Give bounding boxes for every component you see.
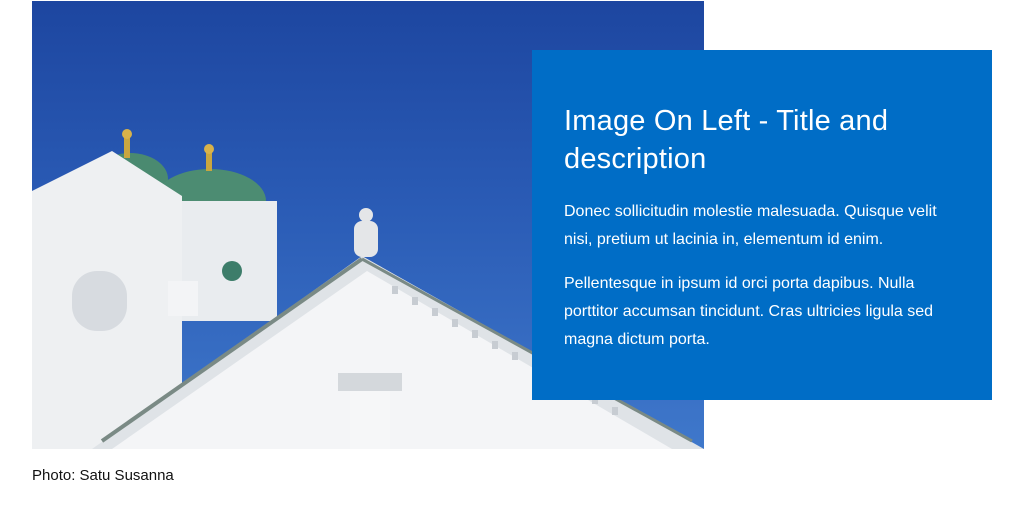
card-title: Image On Left - Title and description (564, 105, 889, 175)
card-paragraph-1: Donec sollicitudin molestie malesuada. Q… (564, 203, 937, 248)
content-card: Image On Left - Title and description Do… (532, 50, 992, 400)
photo-caption: Photo: Satu Susanna (32, 467, 174, 484)
card-paragraph-2: Pellentesque in ipsum id orci porta dapi… (564, 275, 934, 348)
